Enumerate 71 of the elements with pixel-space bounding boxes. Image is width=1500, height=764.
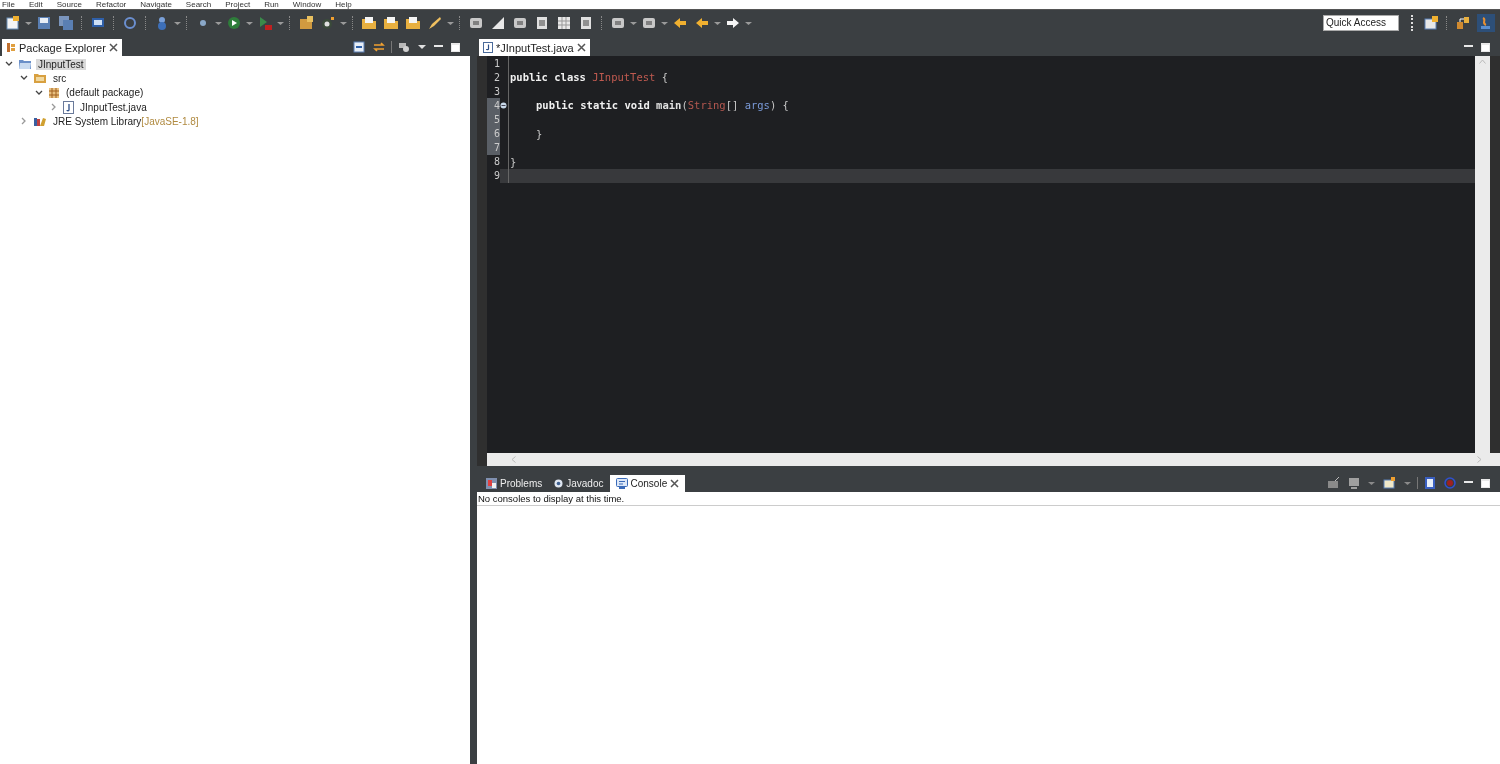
line-number: 4 (487, 98, 500, 113)
external-run-icon[interactable] (257, 14, 273, 31)
filter-icon[interactable] (398, 41, 410, 53)
tree-item[interactable]: (default package) (64, 87, 146, 99)
document-icon[interactable] (534, 14, 550, 31)
java-file-icon (483, 42, 493, 53)
java-perspective-icon[interactable] (1477, 13, 1495, 32)
maximize-icon[interactable] (1481, 477, 1490, 489)
menu-item[interactable]: Navigate (140, 0, 172, 9)
link-icon[interactable] (122, 14, 138, 31)
folder-icon[interactable] (405, 14, 421, 31)
refresh-icon[interactable] (320, 14, 336, 31)
save-all-icon[interactable] (58, 14, 74, 31)
run-icon[interactable] (226, 14, 242, 31)
display-icon[interactable] (1348, 477, 1360, 489)
code-line: } (536, 127, 543, 140)
quick-access-field[interactable]: Quick Access (1323, 14, 1399, 31)
grid-icon[interactable] (556, 14, 572, 31)
link-editor-icon[interactable] (373, 41, 385, 53)
new-console-icon[interactable] (1383, 477, 1396, 489)
view-tab[interactable]: Javadoc (548, 475, 610, 492)
close-icon[interactable] (108, 43, 118, 52)
package-explorer-tab[interactable]: Package Explorer (2, 39, 122, 56)
console-icon (615, 478, 628, 489)
folder-icon[interactable] (383, 14, 399, 31)
menu-item[interactable]: Search (185, 0, 212, 9)
tree-item[interactable]: JRE System Library[JavaSE-1.8] (51, 115, 201, 127)
open-perspective-icon[interactable] (1423, 14, 1439, 31)
menu-item[interactable]: Source (56, 0, 83, 9)
menu-item[interactable]: Run (264, 0, 279, 9)
menu-item[interactable]: Project (225, 0, 251, 9)
fold-icon[interactable] (500, 101, 507, 109)
pin-console-icon[interactable] (1424, 477, 1436, 489)
new-file-icon[interactable] (5, 14, 21, 31)
source-folder-icon (33, 72, 47, 85)
editor-tab[interactable]: *JInputTest.java (479, 39, 590, 56)
package-icon (48, 86, 60, 99)
tree-item[interactable]: JInputTest (36, 58, 86, 70)
folder-icon[interactable] (361, 14, 377, 31)
menu-item[interactable]: File (2, 0, 15, 9)
maximize-icon[interactable] (451, 41, 460, 53)
library-icon (33, 115, 47, 128)
code-line: public class JInputTest { (510, 71, 669, 84)
package-icon (6, 42, 16, 53)
menu-item[interactable]: Refactor (96, 0, 127, 9)
perspective-icon[interactable] (1455, 14, 1471, 31)
tree-item[interactable]: JInputTest.java (78, 101, 149, 113)
line-number: 5 (487, 112, 500, 127)
collapse-all-icon[interactable] (353, 41, 365, 53)
close-icon[interactable] (576, 43, 586, 52)
brush-icon[interactable] (427, 14, 443, 31)
project-folder-icon (18, 58, 32, 71)
vertical-scrollbar[interactable] (1475, 56, 1490, 453)
menu-item[interactable]: Help (335, 0, 352, 9)
problems-icon (486, 478, 497, 489)
package-icon[interactable] (298, 14, 314, 31)
code-line: public static void main(String[] args) { (536, 99, 789, 112)
maximize-icon[interactable] (1481, 41, 1490, 53)
tree-item[interactable]: src (51, 72, 69, 84)
menu-item[interactable]: Window (292, 0, 322, 9)
menu-item[interactable]: Edit (28, 0, 43, 9)
view-tab[interactable]: Problems (480, 475, 549, 492)
close-icon[interactable] (670, 479, 680, 488)
code-line: } (510, 155, 517, 168)
paragraph-icon[interactable] (578, 14, 594, 31)
line-number: 6 (487, 126, 500, 141)
java-file-icon (63, 100, 74, 114)
terminate-icon[interactable] (1327, 477, 1340, 489)
console-message: No consoles to display at this time. (477, 492, 1500, 506)
view-tab[interactable]: Console (609, 475, 686, 492)
save-icon[interactable] (36, 14, 52, 31)
